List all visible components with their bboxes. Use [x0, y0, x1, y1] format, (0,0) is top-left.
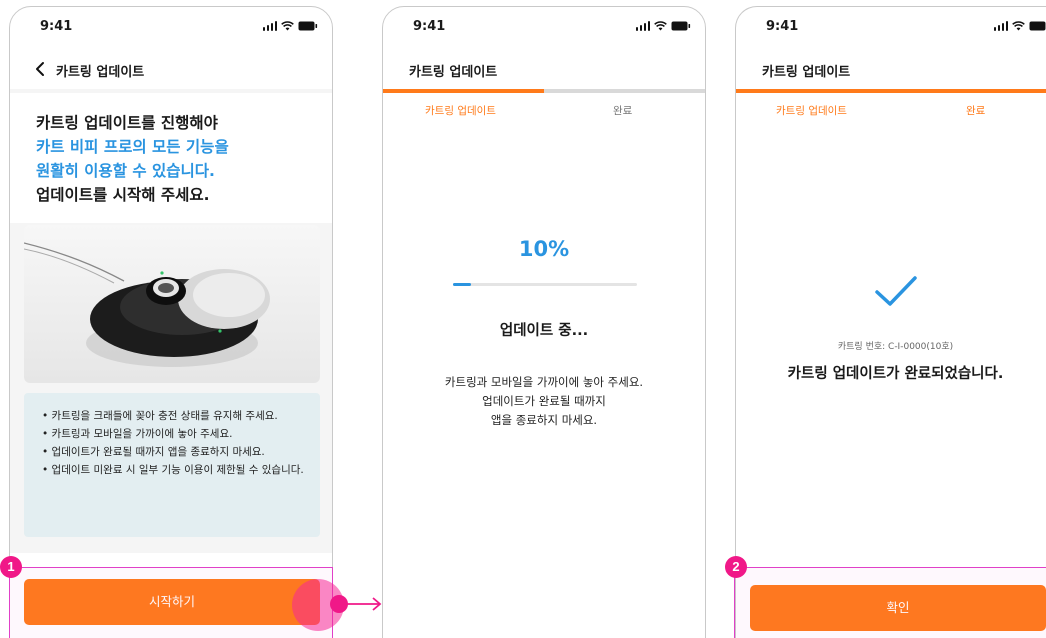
notice-item: • 카트링을 크래들에 꽂아 충전 상태를 유지해 주세요.	[42, 410, 278, 422]
progress-percent: 10%	[518, 237, 570, 261]
intro-line-highlight: 원활히 이용할 수 있습니다.	[36, 162, 215, 180]
annotation-badge-1: 1	[0, 556, 22, 578]
status-time: 9:41	[40, 19, 73, 34]
message-line: 업데이트가 완료될 때까지	[482, 394, 606, 408]
step-label-update: 카트링 업데이트	[776, 105, 847, 117]
status-bar: 9:41	[383, 7, 705, 45]
notice-box: • 카트링을 크래들에 꽂아 충전 상태를 유지해 주세요. • 카트링과 모바…	[24, 393, 320, 537]
back-icon[interactable]	[34, 60, 48, 78]
step-label-complete: 완료	[966, 105, 986, 117]
annotation-highlight-2	[734, 567, 1046, 638]
status-time: 9:41	[413, 19, 446, 34]
screen-update-complete: 9:41 카트링 업데이트 카트링 업데이트 완료 카트링 번호: C-I-00…	[735, 6, 1046, 638]
page-title: 카트링 업데이트	[409, 65, 498, 80]
step-progress-fill	[383, 89, 544, 93]
message-line: 카트링과 모바일을 가까이에 놓아 주세요.	[444, 375, 644, 389]
progress-bar	[453, 283, 637, 286]
step-progress-fill	[736, 89, 1046, 93]
status-bar: 9:41	[736, 7, 1046, 45]
step-label-update: 카트링 업데이트	[425, 105, 496, 117]
annotation-badge-2: 2	[725, 556, 747, 578]
message-line: 앱을 종료하지 마세요.	[490, 413, 598, 427]
intro-line-highlight: 카트 비피 프로의 모든 기능을	[36, 138, 229, 156]
nav-bar: 카트링 업데이트	[736, 51, 1046, 87]
status-bar: 9:41	[10, 7, 332, 45]
step-label-complete: 완료	[613, 105, 633, 117]
screen-update-intro: 9:41 카트링 업데이트 카트링 업데이트를 진행해야 카트 비피 프로의 모…	[9, 6, 333, 638]
intro-section: 카트링 업데이트를 진행해야 카트 비피 프로의 모든 기능을 원활히 이용할 …	[10, 93, 332, 223]
complete-message: 카트링 업데이트가 완료되었습니다.	[787, 366, 1004, 382]
progress-bar-fill	[453, 283, 472, 286]
wifi-icon	[1012, 21, 1025, 31]
cartridge-serial: 카트링 번호: C-I-0000(10호)	[837, 342, 954, 352]
notice-item: • 업데이트 미완료 시 일부 기능 이용이 제한될 수 있습니다.	[42, 464, 304, 476]
notice-item: • 업데이트가 완료될 때까지 앱을 종료하지 마세요.	[42, 446, 265, 458]
page-title: 카트링 업데이트	[762, 65, 851, 80]
notice-item: • 카트링과 모바일을 가까이에 놓아 주세요.	[42, 428, 233, 440]
check-icon	[875, 276, 917, 306]
updating-status: 업데이트 중...	[499, 323, 589, 339]
battery-icon	[1029, 21, 1046, 31]
cartridge-product-image	[24, 225, 320, 383]
nav-bar: 카트링 업데이트	[10, 51, 332, 87]
step-progress-track	[383, 89, 705, 93]
battery-icon	[298, 21, 318, 31]
step-progress-track	[736, 89, 1046, 93]
updating-message: 카트링과 모바일을 가까이에 놓아 주세요. 업데이트가 완료될 때까지 앱을 …	[383, 373, 705, 430]
signal-icon	[635, 21, 650, 31]
annotation-highlight-1	[9, 567, 333, 638]
battery-icon	[671, 21, 691, 31]
signal-icon	[993, 21, 1008, 31]
signal-icon	[262, 21, 277, 31]
intro-line: 업데이트를 시작해 주세요.	[36, 186, 210, 204]
page-title: 카트링 업데이트	[56, 65, 145, 80]
nav-bar: 카트링 업데이트	[383, 51, 705, 87]
wifi-icon	[654, 21, 667, 31]
arrow-icon	[330, 595, 382, 613]
status-time: 9:41	[766, 19, 799, 34]
wifi-icon	[281, 21, 294, 31]
screen-update-progress: 9:41 카트링 업데이트 카트링 업데이트 완료 10% 업데이트 중... …	[382, 6, 706, 638]
intro-line: 카트링 업데이트를 진행해야	[36, 114, 218, 132]
